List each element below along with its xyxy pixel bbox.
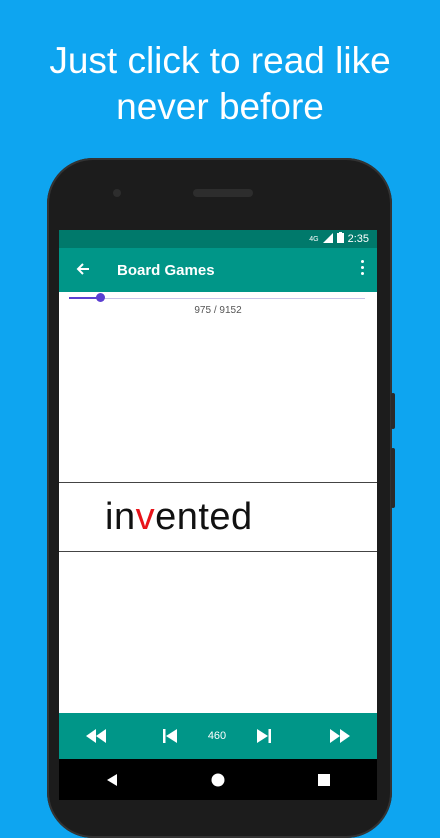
progress-thumb[interactable] (96, 293, 106, 302)
battery-icon (336, 232, 344, 246)
nav-home-icon[interactable] (211, 773, 225, 787)
promo-headline-line2: never before (116, 86, 324, 127)
fast-rewind-icon (86, 729, 106, 743)
current-word: invented (105, 496, 253, 539)
fast-forward-icon (330, 729, 350, 743)
speed-value: 460 (207, 730, 227, 742)
promo-headline: Just click to read like never before (0, 38, 440, 130)
progress-track[interactable] (69, 298, 365, 299)
nav-recents-icon[interactable] (318, 773, 331, 786)
overflow-menu-button[interactable] (357, 260, 367, 275)
front-camera (113, 189, 121, 197)
skip-next-icon (257, 729, 271, 743)
fast-forward-button[interactable] (327, 713, 353, 759)
earpiece-speaker (193, 189, 253, 197)
status-time: 2:35 (347, 233, 369, 245)
rewind-button[interactable] (83, 713, 109, 759)
word-prefix: in (105, 495, 136, 538)
signal-icon (322, 232, 333, 246)
network-label: 4G (309, 235, 319, 243)
reading-progress: 975 / 9152 (59, 292, 377, 322)
app-bar: Board Games (59, 248, 377, 292)
word-suffix: ented (155, 495, 253, 538)
phone-screen: 4G 2:35 Board Games 975 / 9152 invented … (59, 230, 377, 800)
system-nav-bar (59, 759, 377, 800)
word-focus-letter: v (135, 495, 156, 538)
previous-button[interactable] (159, 713, 181, 759)
volume-button (391, 393, 395, 429)
promo-headline-line1: Just click to read like (49, 40, 391, 81)
back-button[interactable] (63, 260, 103, 281)
playback-controls: 460 (59, 713, 377, 759)
progress-counter: 975 / 9152 (194, 305, 242, 316)
power-button (391, 448, 395, 508)
status-bar: 4G 2:35 (59, 230, 377, 248)
phone-frame: 4G 2:35 Board Games 975 / 9152 invented … (47, 158, 395, 838)
word-display[interactable]: invented (59, 482, 377, 552)
nav-back-icon[interactable] (106, 773, 118, 786)
arrow-back-icon (76, 262, 89, 275)
skip-previous-icon (163, 729, 177, 743)
next-button[interactable] (253, 713, 275, 759)
more-vert-icon (360, 260, 364, 263)
book-title: Board Games (117, 261, 215, 279)
